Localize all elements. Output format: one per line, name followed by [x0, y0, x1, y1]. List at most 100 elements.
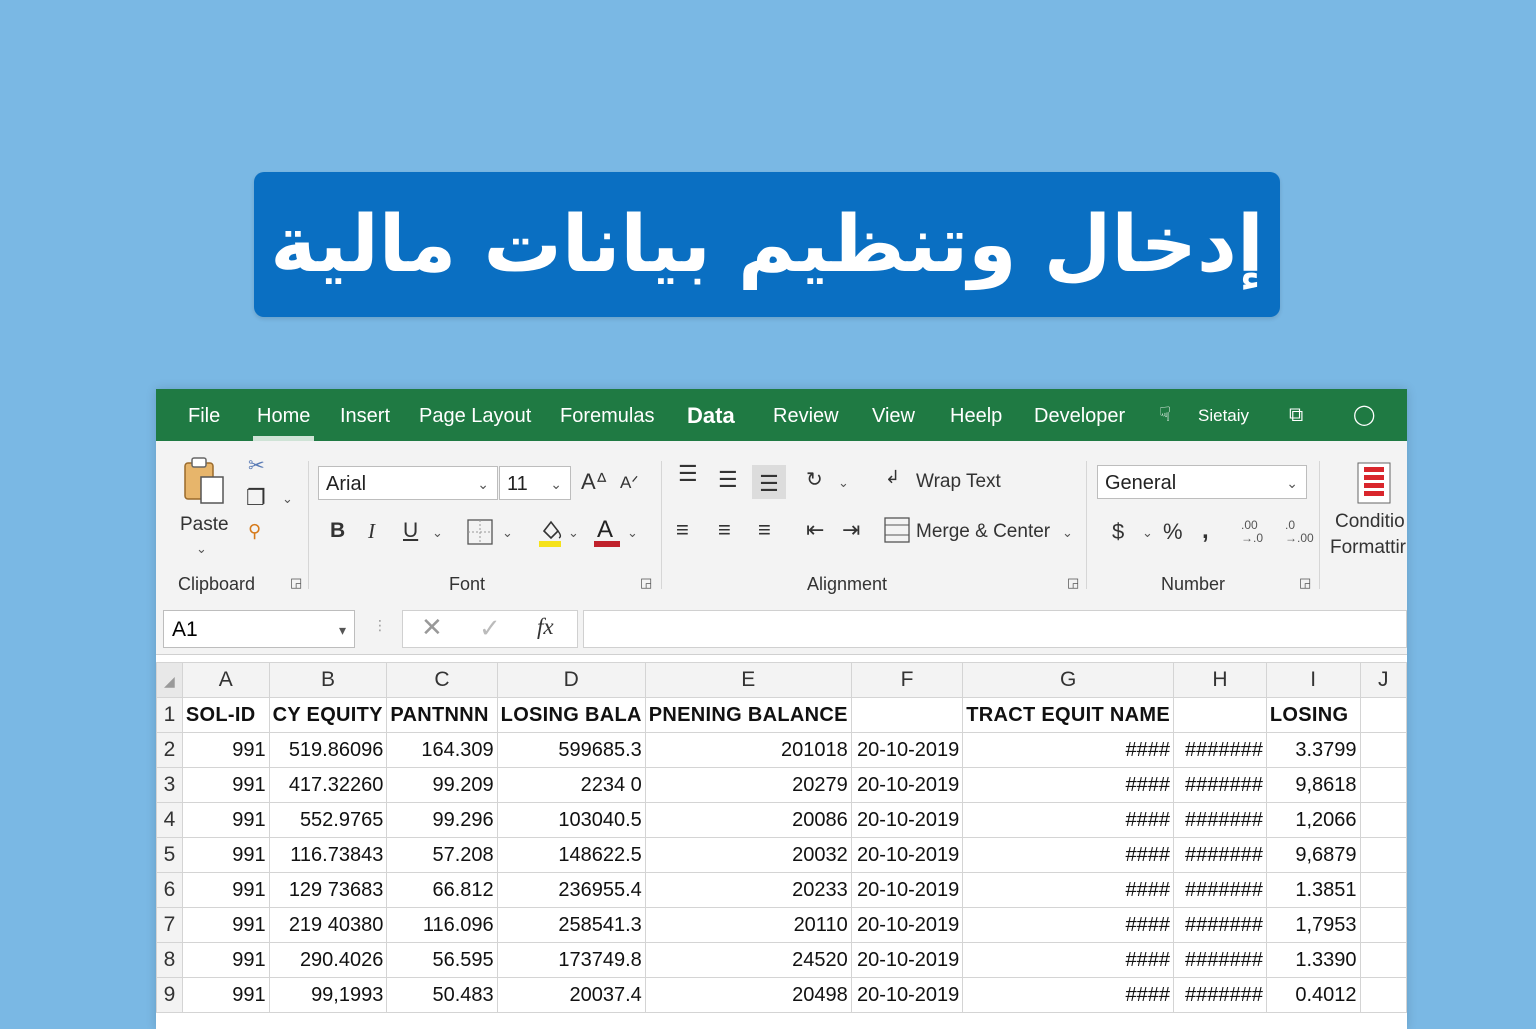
orientation-dropdown-icon[interactable]: ⌄: [838, 475, 849, 491]
cell-h5[interactable]: #######: [1172, 837, 1267, 873]
cell-g8[interactable]: ####: [962, 942, 1174, 978]
cell-f6[interactable]: 20-10-2019: [850, 872, 964, 908]
cell-f3[interactable]: 20-10-2019: [850, 767, 964, 803]
cell-b8[interactable]: 290.4026: [268, 942, 388, 978]
shrink-font-icon[interactable]: Aᐟ: [620, 473, 639, 493]
menu-data[interactable]: Data: [687, 403, 735, 429]
menu-insert[interactable]: Insert: [340, 405, 390, 428]
cell-h3[interactable]: #######: [1172, 767, 1267, 803]
cell-f5[interactable]: 20-10-2019: [850, 837, 964, 873]
cell-j3[interactable]: [1359, 767, 1407, 803]
menu-extra[interactable]: Sietaiy: [1198, 406, 1249, 426]
row-header[interactable]: 6: [156, 872, 183, 908]
paste-icon[interactable]: [181, 455, 227, 505]
cell-c9[interactable]: 50.483: [386, 977, 498, 1013]
cell-d9[interactable]: 20037.4: [496, 977, 646, 1013]
menu-view[interactable]: View: [872, 405, 915, 428]
cell-b9[interactable]: 99,1993: [268, 977, 388, 1013]
percent-icon[interactable]: %: [1163, 519, 1183, 545]
cell-h8[interactable]: #######: [1172, 942, 1267, 978]
cell-f8[interactable]: 20-10-2019: [850, 942, 964, 978]
cell-i5[interactable]: 9,6879: [1265, 837, 1361, 873]
cell-h9[interactable]: #######: [1172, 977, 1267, 1013]
increase-indent-icon[interactable]: ⇥: [842, 517, 860, 543]
cell-i6[interactable]: 1.3851: [1265, 872, 1361, 908]
cell-j8[interactable]: [1359, 942, 1407, 978]
currency-icon[interactable]: $: [1112, 519, 1124, 545]
cell-h1[interactable]: [1172, 697, 1267, 733]
grow-font-icon[interactable]: Aᐞ: [581, 469, 608, 495]
cell-j7[interactable]: [1359, 907, 1407, 943]
cell-g9[interactable]: ####: [962, 977, 1174, 1013]
row-header[interactable]: 8: [156, 942, 183, 978]
column-header-a[interactable]: A: [181, 662, 270, 698]
enter-icon[interactable]: ✓: [479, 614, 501, 644]
cell-c8[interactable]: 56.595: [386, 942, 498, 978]
cell-j5[interactable]: [1359, 837, 1407, 873]
column-header-b[interactable]: B: [268, 662, 388, 698]
cell-c1[interactable]: PANTNNN: [386, 697, 498, 733]
cell-c2[interactable]: 164.309: [386, 732, 498, 768]
cell-c5[interactable]: 57.208: [386, 837, 498, 873]
comments-icon[interactable]: ◯: [1353, 402, 1375, 426]
cell-a7[interactable]: 991: [181, 907, 270, 943]
orientation-icon[interactable]: ↻: [806, 467, 823, 492]
cell-b6[interactable]: 129 73683: [268, 872, 388, 908]
row-header[interactable]: 2: [156, 732, 183, 768]
cell-g4[interactable]: ####: [962, 802, 1174, 838]
cell-b4[interactable]: 552.9765: [268, 802, 388, 838]
borders-icon[interactable]: [467, 519, 493, 545]
cell-d1[interactable]: LOSING BALA: [496, 697, 646, 733]
cell-e8[interactable]: 24520: [644, 942, 852, 978]
cell-b7[interactable]: 219 40380: [268, 907, 388, 943]
column-header-g[interactable]: G: [962, 662, 1174, 698]
alignment-launcher-icon[interactable]: ◲: [1067, 575, 1079, 591]
bold-button[interactable]: B: [330, 519, 345, 543]
cell-i2[interactable]: 3.3799: [1265, 732, 1361, 768]
increase-decimal-icon[interactable]: .00 →.0: [1241, 519, 1269, 545]
cell-e2[interactable]: 201018: [644, 732, 852, 768]
currency-dropdown-icon[interactable]: ⌄: [1142, 525, 1153, 541]
align-right-icon[interactable]: ≡: [758, 517, 771, 543]
cell-i3[interactable]: 9,8618: [1265, 767, 1361, 803]
clipboard-launcher-icon[interactable]: ◲: [290, 575, 302, 591]
conditional-formatting-line1[interactable]: Conditio: [1335, 511, 1405, 533]
cell-g2[interactable]: ####: [962, 732, 1174, 768]
wrap-text-button[interactable]: Wrap Text: [916, 471, 1001, 493]
row-header[interactable]: 9: [156, 977, 183, 1013]
cell-a8[interactable]: 991: [181, 942, 270, 978]
cell-i9[interactable]: 0.4012: [1265, 977, 1361, 1013]
fill-color-dropdown-icon[interactable]: ⌄: [568, 525, 579, 541]
cell-a3[interactable]: 991: [181, 767, 270, 803]
menu-home[interactable]: Home: [252, 405, 315, 441]
cell-j2[interactable]: [1359, 732, 1407, 768]
conditional-formatting-line2[interactable]: Formattir: [1330, 537, 1406, 559]
cell-j4[interactable]: [1359, 802, 1407, 838]
cell-g6[interactable]: ####: [962, 872, 1174, 908]
decrease-indent-icon[interactable]: ⇤: [806, 517, 824, 543]
merge-center-icon[interactable]: [884, 517, 910, 543]
number-format-combo[interactable]: General ⌄: [1097, 465, 1307, 499]
row-header[interactable]: 3: [156, 767, 183, 803]
cell-f7[interactable]: 20-10-2019: [850, 907, 964, 943]
cell-f2[interactable]: 20-10-2019: [850, 732, 964, 768]
italic-button[interactable]: I: [368, 519, 375, 544]
cell-j1[interactable]: [1359, 697, 1407, 733]
copy-dropdown-icon[interactable]: ⌄: [282, 491, 293, 507]
resize-handle-icon[interactable]: ⋮: [373, 618, 387, 634]
cell-d2[interactable]: 599685.3: [496, 732, 646, 768]
font-color-icon[interactable]: A: [593, 515, 621, 549]
row-header[interactable]: 5: [156, 837, 183, 873]
borders-dropdown-icon[interactable]: ⌄: [502, 525, 513, 541]
menu-formulas[interactable]: Foremulas: [560, 405, 654, 428]
cell-a2[interactable]: 991: [181, 732, 270, 768]
cell-b1[interactable]: CY EQUITY: [268, 697, 388, 733]
cell-j6[interactable]: [1359, 872, 1407, 908]
cell-b2[interactable]: 519.86096: [268, 732, 388, 768]
cell-i4[interactable]: 1,2066: [1265, 802, 1361, 838]
touch-mode-icon[interactable]: ☟: [1159, 402, 1171, 426]
cell-h2[interactable]: #######: [1172, 732, 1267, 768]
cell-e9[interactable]: 20498: [644, 977, 852, 1013]
cell-d4[interactable]: 103040.5: [496, 802, 646, 838]
cell-f9[interactable]: 20-10-2019: [850, 977, 964, 1013]
